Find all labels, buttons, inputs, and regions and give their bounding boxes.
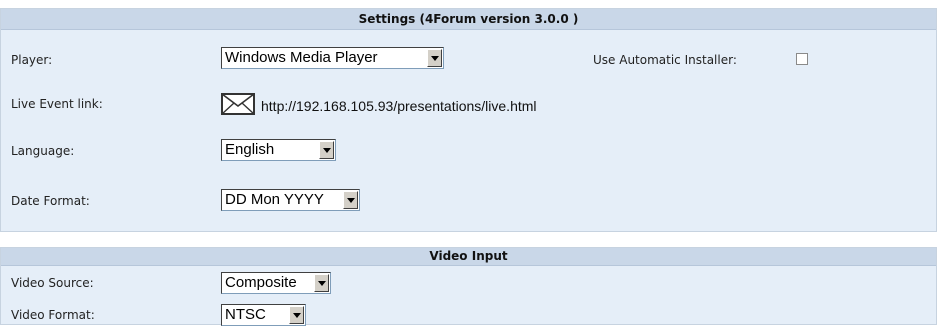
player-label: Player: [11, 53, 53, 67]
chevron-down-icon[interactable] [343, 191, 358, 209]
video-format-select-value: NTSC [225, 306, 266, 323]
live-event-url[interactable]: http://192.168.105.93/presentations/live… [261, 98, 537, 114]
envelope-icon[interactable] [221, 93, 255, 115]
auto-installer-label: Use Automatic Installer: [593, 53, 737, 67]
chevron-down-icon[interactable] [289, 306, 304, 324]
auto-installer-checkbox[interactable] [796, 53, 808, 65]
date-format-select-value: DD Mon YYYY [225, 191, 324, 208]
video-format-select[interactable]: NTSC [221, 304, 306, 326]
player-select[interactable]: Windows Media Player [221, 47, 444, 69]
language-select[interactable]: English [221, 139, 336, 161]
chevron-down-icon[interactable] [427, 49, 442, 67]
chevron-down-icon[interactable] [319, 141, 334, 159]
language-select-value: English [225, 141, 275, 158]
video-input-header: Video Input [1, 248, 936, 266]
language-label: Language: [11, 144, 75, 158]
video-source-select[interactable]: Composite [221, 272, 331, 294]
date-format-select[interactable]: DD Mon YYYY [221, 189, 360, 211]
settings-header: Settings (4Forum version 3.0.0 ) [1, 9, 936, 30]
live-event-label: Live Event link: [11, 97, 103, 111]
date-format-label: Date Format: [11, 194, 90, 208]
video-source-select-value: Composite [225, 274, 297, 291]
settings-panel: Settings (4Forum version 3.0.0 ) Player:… [0, 8, 937, 232]
chevron-down-icon[interactable] [314, 274, 329, 292]
video-source-label: Video Source: [11, 276, 94, 290]
video-input-panel: Video Input Video Source: Composite Vide… [0, 247, 937, 326]
video-format-label: Video Format: [11, 308, 95, 322]
player-select-value: Windows Media Player [225, 49, 378, 66]
